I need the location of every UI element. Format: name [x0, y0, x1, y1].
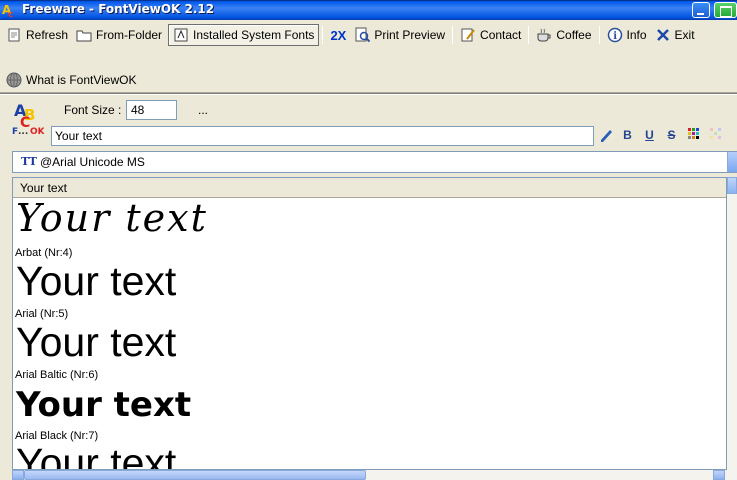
refresh-button[interactable]: Refresh	[2, 24, 72, 46]
toolbar-separator	[598, 26, 600, 44]
color-grid-icon[interactable]	[685, 127, 702, 144]
strikethrough-icon[interactable]: S	[663, 127, 680, 144]
title-bar: A c Freeware - FontViewOK 2.12	[0, 0, 737, 20]
minimize-button[interactable]	[692, 2, 710, 18]
background-color-icon[interactable]	[707, 127, 724, 144]
exit-label: Exit	[674, 28, 695, 42]
preview-sample-arbat: Your text	[16, 196, 208, 240]
main-toolbar: Refresh From-Folder Installed System Fon…	[0, 23, 699, 47]
toolbar-separator	[452, 26, 454, 44]
font-size-more-button[interactable]: ...	[198, 103, 208, 117]
info-button[interactable]: i Info	[603, 24, 651, 46]
preview-sample-arial-baltic: Your text	[16, 319, 177, 365]
print-preview-label: Print Preview	[374, 28, 446, 42]
preview-sample-next: Your text	[16, 440, 177, 470]
preview-sample-arial-black: Your text	[16, 385, 192, 425]
scroll-right-button[interactable]	[713, 470, 725, 480]
from-folder-button[interactable]: From-Folder	[72, 24, 166, 46]
globe-icon	[6, 72, 22, 88]
font-size-input[interactable]	[126, 100, 177, 120]
coffee-icon	[536, 27, 552, 43]
preview-sample-arial: Your text	[16, 258, 177, 304]
installed-system-fonts-label: Installed System Fonts	[193, 28, 315, 42]
refresh-icon	[6, 27, 22, 43]
exit-button[interactable]: Exit	[651, 24, 699, 46]
fonts-icon	[173, 27, 189, 43]
scroll-up-button[interactable]	[727, 177, 737, 194]
scroll-left-button[interactable]	[12, 470, 24, 480]
double-size-label: 2X	[330, 27, 347, 43]
horizontal-scroll-thumb[interactable]	[24, 470, 366, 480]
svg-text:...: ...	[18, 127, 28, 136]
contact-button[interactable]: Contact	[456, 24, 525, 46]
chevron-down-icon[interactable]	[727, 152, 737, 172]
what-is-fontviewok-label: What is FontViewOK	[26, 73, 137, 87]
from-folder-label: From-Folder	[96, 28, 163, 42]
font-preview-list[interactable]: Your text Your text Arbat (Nr:4) Your te…	[12, 177, 727, 470]
pen-icon[interactable]	[597, 127, 614, 144]
info-label: Info	[626, 28, 647, 42]
font-size-label: Font Size :	[64, 103, 122, 117]
installed-system-fonts-button[interactable]: Installed System Fonts	[168, 24, 320, 46]
print-preview-button[interactable]: Print Preview	[350, 24, 449, 46]
contact-icon	[460, 27, 476, 43]
app-logo-icon: A B C F ... OK	[12, 101, 44, 136]
info-icon: i	[607, 27, 623, 43]
secondary-toolbar: What is FontViewOK	[0, 68, 140, 92]
exit-icon	[655, 27, 671, 43]
contact-label: Contact	[480, 28, 522, 42]
preview-header: Your text	[13, 178, 726, 198]
underline-icon[interactable]: U	[641, 127, 658, 144]
app-icon: A c	[2, 3, 13, 18]
toolbar-separator	[528, 26, 530, 44]
refresh-label: Refresh	[26, 28, 69, 42]
window-title: Freeware - FontViewOK 2.12	[22, 2, 215, 16]
coffee-label: Coffee	[556, 28, 592, 42]
font-select[interactable]: TT @Arial Unicode MS	[12, 151, 737, 173]
print-preview-icon	[354, 27, 371, 43]
coffee-button[interactable]: Coffee	[532, 24, 595, 46]
format-toolbar: B U S	[597, 127, 724, 144]
maximize-button[interactable]	[714, 2, 737, 18]
sample-text-input[interactable]	[51, 126, 594, 146]
svg-text:OK: OK	[30, 127, 44, 136]
truetype-icon: TT	[21, 155, 37, 168]
horizontal-scrollbar[interactable]	[12, 470, 737, 480]
svg-text:c: c	[8, 10, 13, 18]
font-select-value: @Arial Unicode MS	[40, 155, 145, 169]
toolbar-separator	[322, 26, 324, 44]
svg-text:i: i	[613, 31, 617, 42]
double-size-button[interactable]: 2X	[326, 24, 350, 46]
folder-icon	[76, 27, 92, 43]
bold-icon[interactable]: B	[619, 127, 636, 144]
what-is-fontviewok-button[interactable]: What is FontViewOK	[2, 69, 140, 91]
preview-caption-arial-baltic: Arial Baltic (Nr:6)	[15, 369, 99, 381]
vertical-scrollbar[interactable]	[727, 177, 737, 470]
panel-divider	[0, 92, 737, 95]
